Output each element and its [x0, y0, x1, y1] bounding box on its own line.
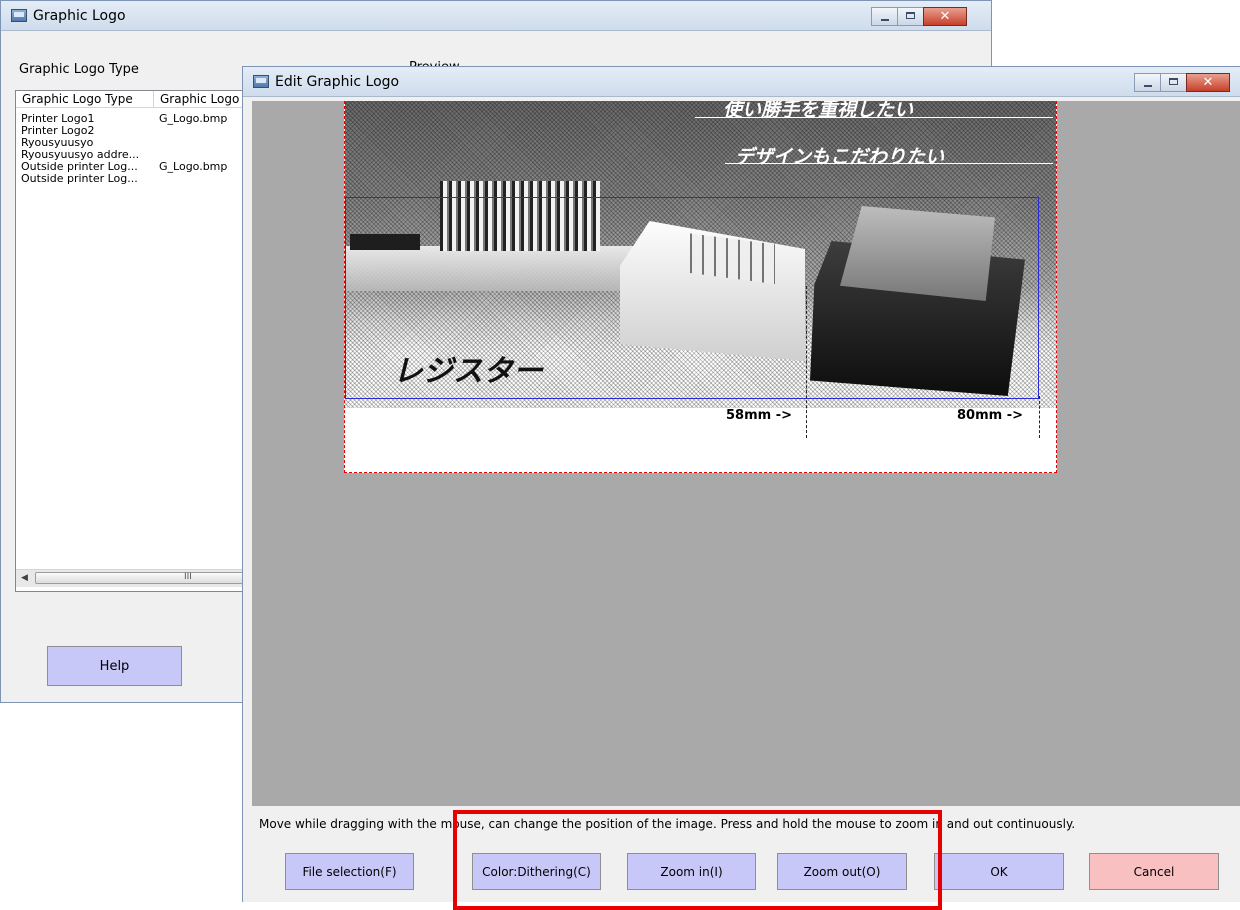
list-item[interactable]: Outside printer Log... G_Logo.bmp: [16, 161, 244, 173]
zoom-in-button[interactable]: Zoom in(I): [627, 853, 756, 890]
list-item[interactable]: Printer Logo1 G_Logo.bmp: [16, 113, 244, 125]
window-title: Graphic Logo: [33, 8, 126, 24]
image-canvas[interactable]: 使い勝手を重視したい デザインもこだわりたい レジスター 58mm -> 80m…: [252, 101, 1240, 806]
close-icon: ✕: [939, 9, 951, 24]
row-file: G_Logo.bmp: [159, 161, 228, 173]
listview-header: Graphic Logo Type Graphic Logo: [16, 91, 244, 108]
row-type: Ryousyuusyo: [21, 137, 94, 149]
row-type: Printer Logo2: [21, 125, 95, 137]
marker-58-label: 58mm ->: [726, 408, 792, 423]
list-item[interactable]: Ryousyuusyo: [16, 137, 244, 149]
row-type: Printer Logo1: [21, 113, 95, 125]
row-file: [154, 137, 244, 149]
ok-button[interactable]: OK: [934, 853, 1064, 890]
minimize-button[interactable]: [1134, 73, 1161, 92]
file-selection-button[interactable]: File selection(F): [285, 853, 414, 890]
window-controls: ✕: [1134, 73, 1230, 92]
marker-80-line: [1039, 396, 1040, 438]
graphic-logo-type-label: Graphic Logo Type: [19, 62, 139, 77]
row-file: [154, 173, 244, 185]
row-type: Ryousyuusyo addre...: [21, 149, 140, 161]
zoom-out-button[interactable]: Zoom out(O): [777, 853, 907, 890]
hint-text: Move while dragging with the mouse, can …: [259, 817, 1076, 831]
list-item[interactable]: Outside printer Log...: [16, 173, 244, 185]
row-file: [154, 149, 244, 161]
row-file: [154, 125, 244, 137]
logo-sheet: 使い勝手を重視したい デザインもこだわりたい レジスター 58mm -> 80m…: [344, 101, 1057, 473]
maximize-button[interactable]: [897, 7, 924, 26]
row-file: G_Logo.bmp: [159, 113, 228, 125]
app-icon: [11, 9, 27, 22]
row-type: Outside printer Log...: [21, 173, 138, 185]
marker-80-label: 80mm ->: [957, 408, 1023, 423]
cancel-button[interactable]: Cancel: [1089, 853, 1219, 890]
logo-type-listview[interactable]: Graphic Logo Type Graphic Logo Printer L…: [15, 90, 245, 592]
close-button[interactable]: ✕: [923, 7, 967, 26]
row-type: Outside printer Log...: [21, 161, 138, 173]
edit-window-title: Edit Graphic Logo: [275, 74, 400, 90]
color-dithering-button[interactable]: Color:Dithering(C): [472, 853, 601, 890]
graphic-logo-titlebar[interactable]: Graphic Logo ✕: [1, 1, 991, 31]
app-icon: [253, 75, 269, 88]
close-icon: ✕: [1202, 75, 1214, 90]
crop-rectangle[interactable]: [345, 197, 1039, 399]
horizontal-scrollbar[interactable]: ◀ III: [16, 569, 244, 587]
edit-window-titlebar[interactable]: Edit Graphic Logo ✕: [243, 67, 1240, 97]
scroll-grip: III: [184, 572, 192, 582]
close-button[interactable]: ✕: [1186, 73, 1230, 92]
edit-graphic-logo-window: Edit Graphic Logo ✕ 使い勝手を重視したい デザインもこだわり…: [242, 66, 1240, 902]
image-text-line1: 使い勝手を重視したい: [723, 101, 914, 121]
list-item[interactable]: Ryousyuusyo addre...: [16, 149, 244, 161]
column-header-file[interactable]: Graphic Logo: [154, 91, 244, 107]
image-text-line2: デザインもこだわりたい: [735, 146, 945, 168]
column-header-type[interactable]: Graphic Logo Type: [16, 91, 154, 107]
scroll-left-arrow[interactable]: ◀: [16, 570, 33, 587]
maximize-button[interactable]: [1160, 73, 1187, 92]
window-controls: ✕: [871, 7, 967, 26]
minimize-button[interactable]: [871, 7, 898, 26]
help-button[interactable]: Help: [47, 646, 182, 686]
scroll-thumb[interactable]: III: [35, 572, 244, 584]
list-item[interactable]: Printer Logo2: [16, 125, 244, 137]
